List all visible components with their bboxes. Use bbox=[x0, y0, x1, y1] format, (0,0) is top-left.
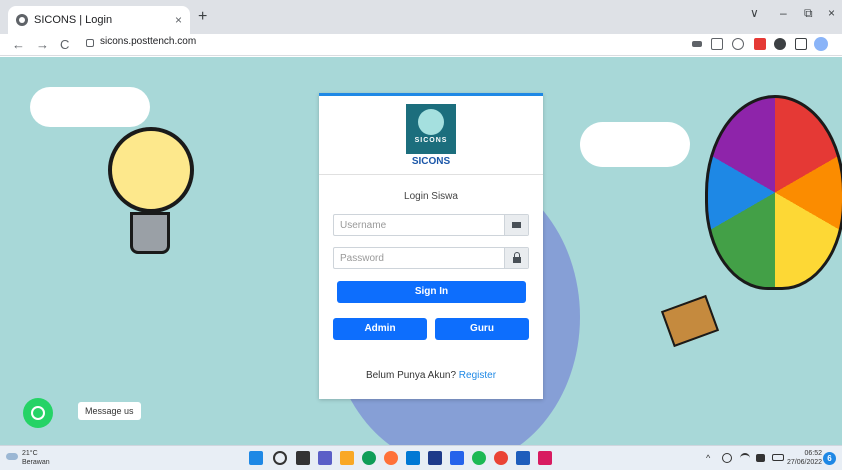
browser-tab-bar: SICONS | Login × + ∨ – ⧉ × bbox=[0, 0, 842, 34]
reload-button[interactable]: C bbox=[60, 37, 69, 52]
url-field[interactable]: sicons.posttench.com bbox=[86, 36, 196, 47]
lightbulb-base-icon bbox=[130, 212, 170, 254]
logo-text: SICONS bbox=[414, 137, 448, 144]
store-icon[interactable] bbox=[450, 451, 464, 465]
clock-time: 06:52 bbox=[804, 450, 823, 457]
restore-button[interactable]: ⧉ bbox=[804, 6, 813, 21]
task-view-icon[interactable] bbox=[296, 451, 310, 465]
guru-button[interactable]: Guru bbox=[435, 318, 529, 340]
username-input[interactable] bbox=[334, 215, 504, 235]
sicons-logo: SICONS bbox=[406, 104, 456, 154]
amazon-app-icon[interactable] bbox=[406, 451, 420, 465]
file-explorer-icon[interactable] bbox=[340, 451, 354, 465]
forward-button[interactable]: → bbox=[36, 37, 49, 52]
network-icon[interactable] bbox=[722, 453, 732, 463]
globe-icon bbox=[16, 14, 28, 26]
windows-start-icon[interactable] bbox=[249, 451, 263, 465]
cloud-decoration bbox=[580, 122, 690, 167]
teams-chat-icon[interactable] bbox=[318, 451, 332, 465]
url-text: sicons.posttench.com bbox=[100, 36, 197, 47]
lock-icon bbox=[512, 252, 521, 263]
tab-close-button[interactable]: × bbox=[175, 13, 182, 27]
profile-avatar-icon[interactable] bbox=[814, 37, 828, 51]
hot-air-balloon-icon bbox=[705, 95, 842, 290]
divider bbox=[319, 174, 543, 175]
register-line: Belum Punya Akun? Register bbox=[319, 370, 543, 381]
balloon-basket-icon bbox=[660, 294, 720, 348]
brand-name: SICONS bbox=[411, 156, 451, 167]
message-us-label[interactable]: Message us bbox=[78, 402, 141, 420]
page-background: SICONS SICONS Login Siswa Sign In Admin … bbox=[0, 57, 842, 445]
whatsapp-button[interactable] bbox=[23, 398, 53, 428]
minimize-button[interactable]: – bbox=[780, 6, 787, 20]
tab-search-dropdown-button[interactable]: ∨ bbox=[750, 6, 759, 20]
key-icon[interactable] bbox=[692, 41, 702, 47]
login-card: SICONS SICONS Login Siswa Sign In Admin … bbox=[319, 93, 543, 399]
tray-chevron-up-icon[interactable]: ^ bbox=[706, 453, 710, 463]
weather-desc: Berawan bbox=[22, 459, 50, 466]
sign-in-button[interactable]: Sign In bbox=[337, 281, 526, 303]
edge-icon[interactable] bbox=[362, 451, 376, 465]
notification-badge[interactable]: 6 bbox=[823, 452, 836, 465]
extensions-puzzle-icon[interactable] bbox=[774, 38, 786, 50]
login-title: Login Siswa bbox=[404, 191, 458, 202]
word-icon[interactable] bbox=[516, 451, 530, 465]
back-button[interactable]: ← bbox=[12, 37, 25, 52]
battery-icon[interactable] bbox=[772, 454, 784, 461]
password-addon bbox=[504, 248, 528, 268]
chrome-icon[interactable] bbox=[494, 451, 508, 465]
side-panel-icon[interactable] bbox=[795, 38, 807, 50]
whatsapp-icon bbox=[31, 406, 45, 420]
red-app-icon[interactable] bbox=[538, 451, 552, 465]
clock[interactable]: 06:52 27/06/2022 bbox=[787, 449, 822, 467]
address-bar-row: ← → C sicons.posttench.com bbox=[0, 34, 842, 56]
tab-title: SICONS | Login bbox=[34, 14, 113, 26]
lightbulb-icon bbox=[108, 127, 194, 213]
firefox-icon[interactable] bbox=[384, 451, 398, 465]
dropbox-icon[interactable] bbox=[428, 451, 442, 465]
register-link[interactable]: Register bbox=[459, 370, 496, 381]
volume-icon[interactable] bbox=[756, 454, 765, 462]
taskbar: 21°C Berawan ^ 06:52 27/06/2022 6 bbox=[0, 445, 842, 470]
clock-date: 27/06/2022 bbox=[787, 459, 823, 466]
close-window-button[interactable]: × bbox=[828, 6, 835, 20]
bookmark-star-icon[interactable] bbox=[732, 38, 744, 50]
new-tab-button[interactable]: + bbox=[198, 8, 207, 26]
username-addon bbox=[504, 215, 528, 235]
admin-button[interactable]: Admin bbox=[333, 318, 427, 340]
brain-icon bbox=[418, 109, 444, 135]
browser-tab[interactable]: SICONS | Login × bbox=[8, 6, 190, 34]
weather-widget[interactable]: 21°C Berawan bbox=[22, 449, 50, 467]
extension-red-icon[interactable] bbox=[754, 38, 766, 50]
envelope-icon bbox=[512, 222, 521, 228]
share-icon[interactable] bbox=[711, 38, 723, 50]
username-field-group bbox=[333, 214, 529, 236]
spotify-icon[interactable] bbox=[472, 451, 486, 465]
wifi-icon[interactable] bbox=[740, 453, 750, 463]
weather-cloud-icon bbox=[6, 453, 18, 460]
weather-temp: 21°C bbox=[22, 450, 38, 457]
password-input[interactable] bbox=[334, 248, 504, 268]
search-icon[interactable] bbox=[273, 451, 287, 465]
password-field-group bbox=[333, 247, 529, 269]
register-prompt: Belum Punya Akun? bbox=[365, 370, 457, 381]
cloud-decoration bbox=[30, 87, 150, 127]
lock-icon bbox=[86, 38, 94, 47]
